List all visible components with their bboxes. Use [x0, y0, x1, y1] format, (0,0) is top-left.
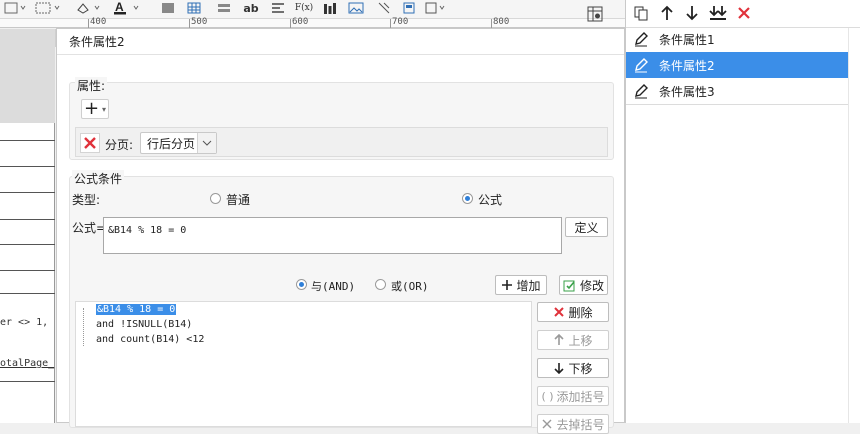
- pagination-select[interactable]: 行后分页: [140, 132, 217, 154]
- arrow-down-icon: [554, 363, 565, 374]
- slash-icon[interactable]: [374, 0, 394, 16]
- sheet-header-area: [0, 29, 55, 123]
- add-property-button[interactable]: + ▾: [81, 99, 109, 119]
- ruler-label-600: 600: [292, 17, 309, 27]
- align-icon[interactable]: [268, 0, 288, 16]
- bracket-icon: ( ): [541, 389, 554, 403]
- edit-icon: [626, 78, 656, 104]
- pagination-select-value: 行后分页: [147, 136, 196, 151]
- remove-bracket-icon: [542, 419, 552, 429]
- condition-list-toolbar: [626, 0, 860, 28]
- condition-tree[interactable]: &B14 % 18 = 0 and !ISNULL(B14) and count…: [75, 301, 532, 427]
- formula-icon[interactable]: F(x): [292, 0, 316, 16]
- move-down-label: 下移: [568, 361, 593, 376]
- cell-icon[interactable]: [424, 0, 450, 16]
- formula-condition-label: 公式条件: [72, 170, 125, 187]
- rows-icon[interactable]: [214, 0, 234, 16]
- bar-chart-icon[interactable]: [320, 0, 340, 16]
- logic-or-label: 或(OR): [391, 280, 429, 293]
- table-grid-icon[interactable]: [184, 0, 204, 16]
- dialog-title: 条件属性2: [57, 29, 624, 55]
- plus-icon: +: [83, 98, 100, 119]
- condition-list-item-3[interactable]: 条件属性3: [626, 78, 848, 104]
- type-normal-label: 普通: [226, 193, 251, 207]
- pagination-label: 分页:: [105, 138, 134, 152]
- panel-settings-icon[interactable]: [581, 0, 609, 28]
- condition-list-item-label: 条件属性1: [659, 32, 715, 47]
- move-up-label: 上移: [568, 333, 593, 348]
- add-bracket-button[interactable]: ( ) 添加括号: [537, 386, 609, 406]
- chevron-down-icon: ▾: [102, 104, 107, 114]
- modify-condition-button[interactable]: 修改: [559, 275, 608, 295]
- merge-icon[interactable]: [158, 0, 178, 16]
- logic-or-radio[interactable]: [375, 279, 386, 290]
- move-up-button[interactable]: 上移: [537, 330, 609, 350]
- condition-list-item-1[interactable]: 条件属性1: [626, 26, 848, 52]
- type-formula-label: 公式: [478, 193, 503, 207]
- close-icon: [554, 307, 565, 317]
- edit-icon: [626, 26, 656, 52]
- add-condition-button[interactable]: 增加: [495, 275, 547, 295]
- ruler-label-700: 700: [392, 17, 409, 27]
- main-toolbar: A ab F(x): [0, 0, 625, 18]
- ruler-label-800: 800: [493, 17, 510, 27]
- sheet-cell-fragment: otalPage_: [0, 358, 55, 369]
- font-color-icon[interactable]: A: [112, 0, 144, 16]
- type-normal-radio[interactable]: [210, 193, 221, 204]
- sheet-icon[interactable]: [398, 0, 420, 16]
- delete-property-icon[interactable]: [80, 133, 100, 153]
- delete-icon[interactable]: [735, 4, 753, 22]
- condition-list-item-2[interactable]: 条件属性2: [626, 52, 848, 78]
- move-to-bottom-icon[interactable]: [709, 4, 727, 22]
- copy-icon[interactable]: [632, 4, 650, 22]
- add-bracket-label: 添加括号: [556, 389, 605, 404]
- condition-property-dialog: 条件属性2 属性: + ▾ 分页: 行后分页 公式条件 类型: 普通 公式 公式…: [56, 28, 625, 434]
- type-label: 类型:: [72, 193, 101, 207]
- formula-label: 公式=: [72, 221, 107, 235]
- formula-input[interactable]: &B14 % 18 = 0: [103, 217, 562, 254]
- panel-divider: [848, 28, 849, 423]
- define-button[interactable]: 定义: [565, 217, 608, 237]
- pagination-row: 分页: 行后分页: [75, 127, 608, 157]
- move-down-button[interactable]: 下移: [537, 358, 609, 378]
- delete-condition-label: 删除: [568, 305, 593, 320]
- condition-list-item-label: 条件属性2: [659, 58, 715, 73]
- chevron-down-icon: [197, 133, 216, 153]
- modify-condition-label: 修改: [579, 278, 604, 293]
- ruler-label-500: 500: [191, 17, 208, 27]
- list-divider: [626, 104, 848, 105]
- ruler-label-400: 400: [90, 17, 107, 27]
- logic-and-radio[interactable]: [296, 279, 307, 290]
- tree-line: [83, 308, 84, 346]
- fill-color-icon[interactable]: [74, 0, 106, 16]
- ruler: 400 500 600 700 800: [0, 17, 625, 28]
- sheet-area[interactable]: er <> 1, ' otalPage_: [0, 29, 55, 423]
- remove-bracket-label: 去掉括号: [556, 417, 605, 432]
- grid-icon[interactable]: [34, 0, 64, 16]
- add-condition-label: 增加: [516, 278, 541, 293]
- modify-icon: [563, 280, 575, 292]
- condition-list-item-label: 条件属性3: [659, 84, 715, 99]
- formula-condition-group: 公式条件 类型: 普通 公式 公式= &B14 % 18 = 0 定义 与(AN…: [69, 170, 614, 434]
- condition-item[interactable]: and count(B14) <12: [96, 334, 204, 345]
- property-group: 属性: + ▾ 分页: 行后分页: [69, 77, 614, 160]
- arrow-up-icon[interactable]: [658, 4, 676, 22]
- arrow-up-icon: [554, 334, 565, 345]
- property-label: 属性:: [75, 77, 108, 94]
- delete-condition-button[interactable]: 删除: [537, 302, 609, 322]
- remove-bracket-button[interactable]: 去掉括号: [537, 414, 609, 434]
- text-ab-icon[interactable]: ab: [240, 0, 262, 16]
- image-icon[interactable]: [345, 0, 367, 16]
- formula-input-value: &B14 % 18 = 0: [108, 225, 187, 236]
- condition-item[interactable]: and !ISNULL(B14): [96, 319, 192, 330]
- type-formula-radio[interactable]: [462, 193, 473, 204]
- table-icon[interactable]: [2, 0, 28, 16]
- arrow-down-icon[interactable]: [683, 4, 701, 22]
- logic-and-label: 与(AND): [311, 280, 356, 293]
- condition-item-selected[interactable]: &B14 % 18 = 0: [96, 304, 177, 315]
- sheet-cell-fragment: er <> 1, ': [0, 317, 55, 328]
- condition-list-panel: 条件属性1 条件属性2 条件属性3: [625, 0, 860, 423]
- plus-icon: [502, 280, 513, 290]
- edit-icon: [626, 52, 656, 78]
